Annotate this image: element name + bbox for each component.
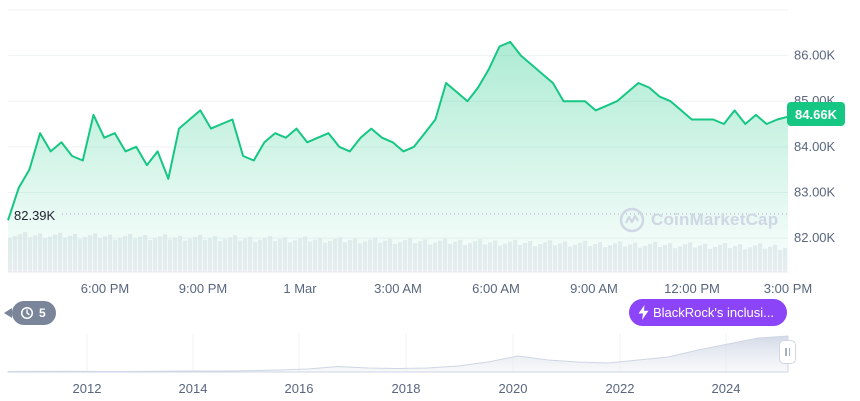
watermark-text: CoinMarketCap — [651, 210, 779, 229]
navigator-year-label: 2020 — [499, 381, 528, 396]
x-tick-label: 3:00 AM — [374, 281, 422, 296]
price-area-fill — [8, 41, 788, 271]
handle-grip-right — [788, 348, 790, 356]
x-tick-label: 9:00 PM — [179, 281, 227, 296]
navigator-area[interactable] — [7, 335, 789, 373]
x-tick-label: 9:00 AM — [570, 281, 618, 296]
x-axis: 6:00 PM 9:00 PM 1 Mar 3:00 AM 6:00 AM 9:00 AM… — [81, 281, 812, 296]
coinmarketcap-logo-icon — [619, 207, 645, 233]
navigator-range-handle[interactable] — [779, 340, 796, 364]
y-tick-label: 82.00K — [794, 230, 836, 245]
x-tick-label: 12:00 PM — [664, 281, 720, 296]
navigator-year-label: 2024 — [712, 381, 741, 396]
navigator-year-label: 2022 — [606, 381, 635, 396]
y-tick-label: 83.00K — [794, 184, 836, 199]
x-tick-label: 3:00 PM — [764, 281, 812, 296]
x-tick-label: 6:00 PM — [81, 281, 129, 296]
navigator-x-axis: 2012 2014 2016 2018 2020 2022 2024 — [73, 381, 741, 396]
x-tick-label: 6:00 AM — [472, 281, 520, 296]
start-price-label: 82.39K — [14, 208, 56, 223]
lightning-icon — [638, 305, 649, 320]
history-count: 5 — [39, 306, 46, 320]
last-price-label: 84.66K — [787, 102, 845, 126]
news-event-label: BlackRock's inclusi... — [653, 305, 774, 320]
y-tick-label: 86.00K — [794, 48, 836, 63]
navigator-year-label: 2016 — [285, 381, 314, 396]
navigator-year-label: 2012 — [73, 381, 102, 396]
navigator-year-label: 2018 — [392, 381, 421, 396]
history-icon — [20, 306, 34, 320]
y-axis: 82.00K83.00K84.00K85.00K86.00K — [794, 48, 836, 245]
navigator-year-label: 2014 — [179, 381, 208, 396]
history-events-badge[interactable]: 5 — [4, 301, 56, 325]
y-tick-label: 84.00K — [794, 139, 836, 154]
x-tick-label: 1 Mar — [283, 281, 317, 296]
coinmarketcap-watermark: CoinMarketCap — [619, 207, 778, 233]
price-chart: 82.00K83.00K84.00K85.00K86.00K 6:00 PM 9:… — [7, 9, 836, 396]
handle-grip-left — [785, 348, 787, 356]
news-event-pill[interactable]: BlackRock's inclusi... — [629, 299, 787, 326]
